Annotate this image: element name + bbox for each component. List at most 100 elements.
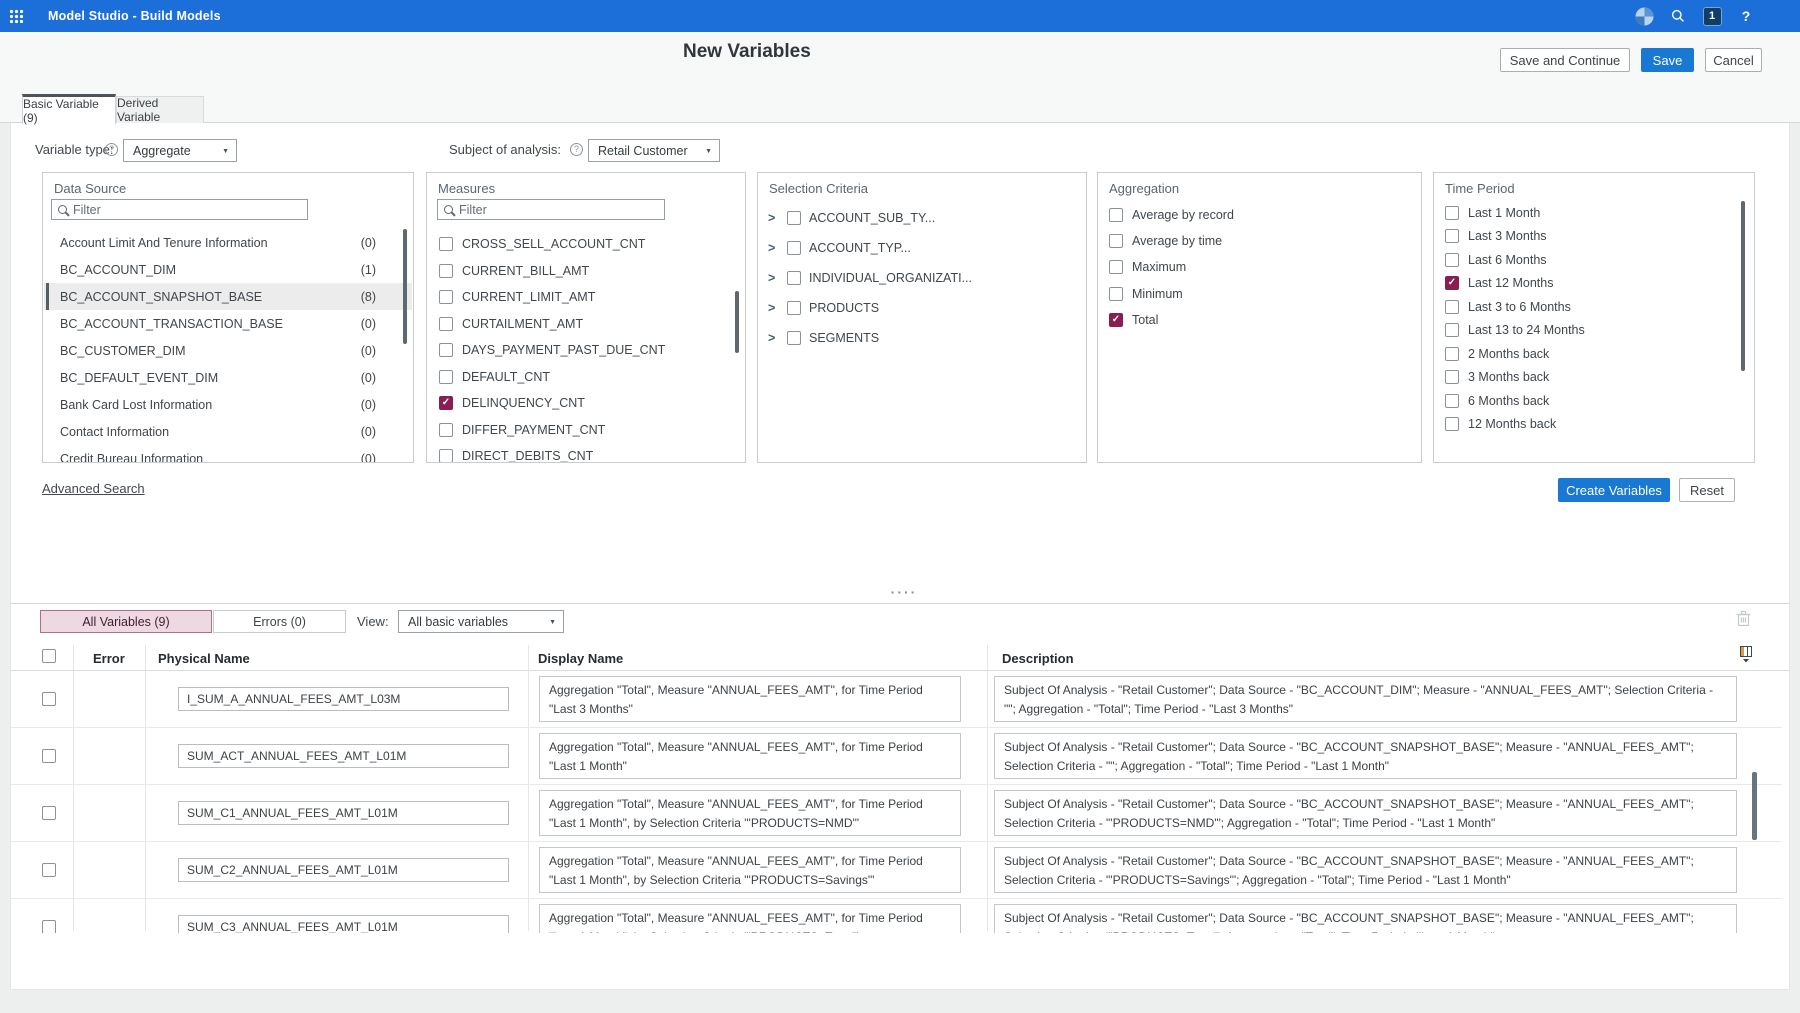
physical-name-input[interactable] bbox=[178, 858, 509, 882]
data-source-item[interactable]: Credit Bureau Information(0) bbox=[44, 445, 412, 463]
measures-filter-input[interactable] bbox=[459, 203, 658, 217]
subject-of-analysis-select[interactable]: Retail Customer bbox=[588, 139, 720, 162]
selection-criteria-checkbox[interactable] bbox=[787, 301, 801, 315]
description-cell[interactable]: Subject Of Analysis - "Retail Customer";… bbox=[994, 847, 1737, 893]
time-period-scrollbar[interactable] bbox=[1741, 201, 1745, 371]
time-period-checkbox-checked[interactable] bbox=[1445, 276, 1459, 290]
time-period-checkbox[interactable] bbox=[1445, 417, 1459, 431]
description-cell[interactable]: Subject Of Analysis - "Retail Customer";… bbox=[994, 676, 1737, 722]
measure-checkbox[interactable] bbox=[439, 264, 453, 278]
variable-type-select[interactable]: Aggregate bbox=[123, 139, 237, 162]
display-name-cell[interactable]: Aggregation "Total", Measure "ANNUAL_FEE… bbox=[539, 733, 961, 779]
display-name-cell[interactable]: Aggregation "Total", Measure "ANNUAL_FEE… bbox=[539, 904, 961, 933]
aggregation-item[interactable]: Average by record bbox=[1099, 202, 1420, 228]
time-period-item[interactable]: Last 3 to 6 Months bbox=[1435, 295, 1753, 319]
physical-name-input[interactable] bbox=[178, 915, 509, 933]
data-source-scrollbar[interactable] bbox=[403, 229, 407, 344]
aggregation-checkbox-checked[interactable] bbox=[1109, 313, 1123, 327]
measure-checkbox[interactable] bbox=[439, 370, 453, 384]
row-checkbox[interactable] bbox=[42, 749, 56, 763]
display-name-cell[interactable]: Aggregation "Total", Measure "ANNUAL_FEE… bbox=[539, 790, 961, 836]
search-icon[interactable] bbox=[1666, 0, 1690, 32]
save-and-continue-button[interactable]: Save and Continue bbox=[1500, 48, 1630, 72]
time-period-item[interactable]: 3 Months back bbox=[1435, 366, 1753, 390]
data-source-item-selected[interactable]: BC_ACCOUNT_SNAPSHOT_BASE(8) bbox=[44, 283, 412, 310]
time-period-checkbox[interactable] bbox=[1445, 229, 1459, 243]
data-source-filter-input[interactable] bbox=[73, 203, 301, 217]
aggregation-item[interactable]: Total bbox=[1099, 307, 1420, 333]
description-cell[interactable]: Subject Of Analysis - "Retail Customer";… bbox=[994, 733, 1737, 779]
time-period-item[interactable]: Last 3 Months bbox=[1435, 225, 1753, 249]
notifications-badge[interactable]: 1 bbox=[1700, 0, 1724, 32]
row-checkbox[interactable] bbox=[42, 806, 56, 820]
measure-item[interactable]: DIFFER_PAYMENT_CNT bbox=[428, 417, 744, 444]
errors-tab[interactable]: Errors (0) bbox=[213, 610, 346, 633]
measure-item[interactable]: CURRENT_LIMIT_AMT bbox=[428, 284, 744, 311]
data-source-item[interactable]: BC_ACCOUNT_TRANSACTION_BASE(0) bbox=[44, 310, 412, 337]
measure-item[interactable]: CURRENT_BILL_AMT bbox=[428, 258, 744, 285]
measure-item[interactable]: DIRECT_DEBITS_CNT bbox=[428, 443, 744, 463]
time-period-checkbox[interactable] bbox=[1445, 300, 1459, 314]
aggregation-checkbox[interactable] bbox=[1109, 287, 1123, 301]
selection-criteria-checkbox[interactable] bbox=[787, 271, 801, 285]
selection-criteria-item[interactable]: ACCOUNT_SUB_TY... bbox=[759, 203, 1085, 233]
save-button[interactable]: Save bbox=[1641, 48, 1694, 72]
time-period-item[interactable]: Last 6 Months bbox=[1435, 248, 1753, 272]
measures-filter[interactable] bbox=[437, 199, 665, 220]
all-variables-tab[interactable]: All Variables (9) bbox=[40, 610, 212, 633]
measure-item[interactable]: DAYS_PAYMENT_PAST_DUE_CNT bbox=[428, 337, 744, 364]
measures-scrollbar[interactable] bbox=[735, 291, 739, 353]
pane-splitter-handle[interactable] bbox=[884, 584, 924, 600]
selection-criteria-item[interactable]: SEGMENTS bbox=[759, 323, 1085, 353]
time-period-checkbox[interactable] bbox=[1445, 394, 1459, 408]
time-period-item[interactable]: Last 12 Months bbox=[1435, 272, 1753, 296]
aggregation-checkbox[interactable] bbox=[1109, 208, 1123, 222]
physical-name-input[interactable] bbox=[178, 801, 509, 825]
row-checkbox[interactable] bbox=[42, 920, 56, 933]
time-period-checkbox[interactable] bbox=[1445, 370, 1459, 384]
selection-criteria-item[interactable]: PRODUCTS bbox=[759, 293, 1085, 323]
data-source-item[interactable]: Account Limit And Tenure Information(0) bbox=[44, 229, 412, 256]
expand-chevron-icon[interactable] bbox=[768, 331, 779, 345]
physical-name-input[interactable] bbox=[178, 744, 509, 768]
data-source-item[interactable]: BC_DEFAULT_EVENT_DIM(0) bbox=[44, 364, 412, 391]
view-select[interactable]: All basic variables bbox=[398, 610, 564, 633]
table-scrollbar[interactable] bbox=[1752, 772, 1757, 840]
reset-button[interactable]: Reset bbox=[1679, 478, 1735, 502]
data-source-filter[interactable] bbox=[51, 199, 308, 220]
measure-checkbox-checked[interactable] bbox=[439, 396, 453, 410]
advanced-search-link[interactable]: Advanced Search bbox=[42, 481, 145, 496]
time-period-item[interactable]: 6 Months back bbox=[1435, 389, 1753, 413]
measure-item[interactable]: CURTAILMENT_AMT bbox=[428, 311, 744, 338]
measure-checkbox[interactable] bbox=[439, 317, 453, 331]
row-checkbox[interactable] bbox=[42, 692, 56, 706]
selection-criteria-checkbox[interactable] bbox=[787, 241, 801, 255]
measure-checkbox[interactable] bbox=[439, 343, 453, 357]
selection-criteria-item[interactable]: ACCOUNT_TYP... bbox=[759, 233, 1085, 263]
data-source-item[interactable]: Bank Card Lost Information(0) bbox=[44, 391, 412, 418]
data-source-item[interactable]: BC_ACCOUNT_DIM(1) bbox=[44, 256, 412, 283]
delete-icon[interactable] bbox=[1735, 609, 1752, 633]
aggregation-item[interactable]: Maximum bbox=[1099, 254, 1420, 280]
selection-criteria-checkbox[interactable] bbox=[787, 331, 801, 345]
expand-chevron-icon[interactable] bbox=[768, 211, 779, 225]
pie-chart-icon[interactable] bbox=[1632, 0, 1656, 32]
time-period-checkbox[interactable] bbox=[1445, 206, 1459, 220]
measure-checkbox[interactable] bbox=[439, 237, 453, 251]
description-cell[interactable]: Subject Of Analysis - "Retail Customer";… bbox=[994, 790, 1737, 836]
measure-checkbox[interactable] bbox=[439, 423, 453, 437]
tab-derived-variable[interactable]: Derived Variable bbox=[116, 96, 204, 123]
time-period-item[interactable]: 2 Months back bbox=[1435, 342, 1753, 366]
tab-basic-variable[interactable]: Basic Variable (9) bbox=[22, 94, 116, 124]
subject-of-analysis-info-icon[interactable] bbox=[570, 143, 583, 156]
measure-item[interactable]: CROSS_SELL_ACCOUNT_CNT bbox=[428, 231, 744, 258]
time-period-checkbox[interactable] bbox=[1445, 347, 1459, 361]
create-variables-button[interactable]: Create Variables bbox=[1558, 478, 1670, 502]
aggregation-checkbox[interactable] bbox=[1109, 234, 1123, 248]
aggregation-checkbox[interactable] bbox=[1109, 260, 1123, 274]
time-period-checkbox[interactable] bbox=[1445, 323, 1459, 337]
measure-item[interactable]: DEFAULT_CNT bbox=[428, 364, 744, 391]
variable-type-info-icon[interactable] bbox=[105, 143, 118, 156]
measure-checkbox[interactable] bbox=[439, 449, 453, 463]
selection-criteria-item[interactable]: INDIVIDUAL_ORGANIZATI... bbox=[759, 263, 1085, 293]
